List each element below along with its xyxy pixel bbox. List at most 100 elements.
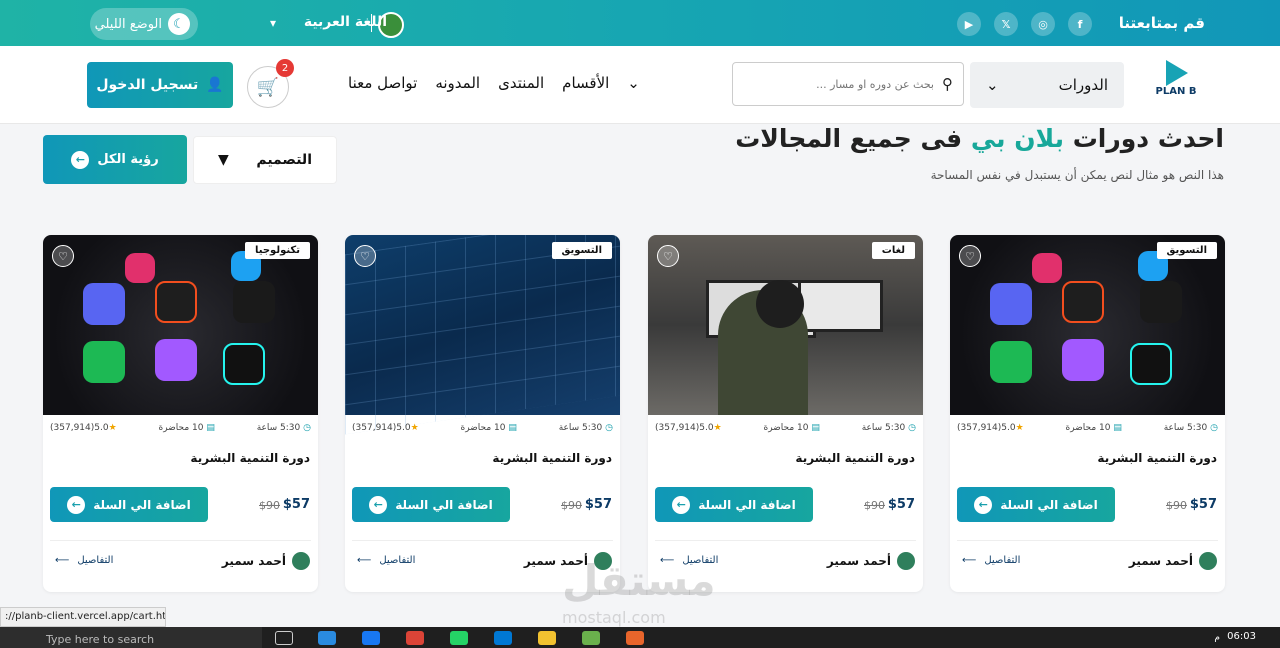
top-bar: قم بمتابعتنا f ◎ 𝕏 ▶ اللغة العربية ▾ الو…	[0, 0, 1280, 46]
courses-dropdown[interactable]: الدورات ⌄	[970, 62, 1124, 108]
duration: ◷ 5:30 ساعة	[861, 423, 916, 433]
clock-ampm: م	[1214, 633, 1220, 643]
search-box: ⚲	[732, 62, 964, 106]
chevron-down-icon: ⌄	[986, 76, 999, 94]
clock-time[interactable]: 06:03	[1227, 631, 1256, 642]
search-input[interactable]	[754, 77, 934, 91]
course-author: أحمد سمير	[1129, 552, 1217, 570]
duration: ◷ 5:30 ساعة	[256, 423, 311, 433]
chevron-down-icon[interactable]: ⌄	[627, 74, 640, 92]
nav-link-contact[interactable]: تواصل معنا	[348, 74, 417, 92]
category-tag: لغات	[871, 242, 915, 259]
login-button[interactable]: 👤 تسجيل الدخول	[87, 62, 233, 108]
file-explorer-icon[interactable]	[538, 631, 556, 645]
planb-logo[interactable]: PLAN B	[1150, 60, 1202, 108]
play-logo-icon	[1160, 60, 1192, 86]
app-icon[interactable]	[582, 631, 600, 645]
task-view-icon[interactable]	[275, 631, 293, 645]
facebook-icon[interactable]: f	[1068, 12, 1092, 36]
details-link[interactable]: التفاصيل ⟵	[357, 555, 415, 566]
add-to-cart-button[interactable]: اضافة الي السلة ←	[352, 487, 510, 522]
search-icon[interactable]: ⚲	[942, 75, 953, 93]
watermark-logo: مستقل	[562, 556, 716, 605]
card-divider	[655, 540, 916, 541]
chevron-down-icon[interactable]: ▾	[270, 16, 276, 30]
person-head	[756, 280, 804, 328]
details-link[interactable]: التفاصيل ⟵	[55, 555, 113, 566]
whatsapp-icon[interactable]	[450, 631, 468, 645]
cart-count-badge: 2	[276, 59, 294, 77]
course-title[interactable]: دورة التنمية البشرية	[190, 451, 310, 465]
add-to-cart-label: اضافة الي السلة	[1000, 497, 1098, 512]
card-divider	[957, 540, 1218, 541]
language-selector[interactable]: اللغة العربية	[304, 14, 387, 30]
heart-icon[interactable]: ♡	[52, 245, 74, 267]
arrow-left-icon: ←	[672, 495, 691, 514]
facebook-app-icon[interactable]	[362, 631, 380, 645]
heading-accent: بلان بي	[970, 124, 1064, 153]
youtube-icon[interactable]: ▶	[957, 12, 981, 36]
x-twitter-icon[interactable]: 𝕏	[994, 12, 1018, 36]
add-to-cart-button[interactable]: اضافة الي السلة ←	[655, 487, 813, 522]
rating: ★5.0(357,914)	[957, 423, 1024, 433]
taskbar-search[interactable]: Type here to search	[0, 627, 262, 648]
course-card[interactable]: تكنولوجيا ♡ ◷ 5:30 ساعة ▤ 10 محاضرة ★5.0…	[43, 235, 318, 592]
rating: ★5.0(357,914)	[352, 423, 419, 433]
course-title[interactable]: دورة التنمية البشرية	[795, 451, 915, 465]
author-name: أحمد سمير	[1128, 554, 1193, 568]
lectures: ▤ 10 محاضرة	[158, 423, 215, 433]
heart-icon[interactable]: ♡	[657, 245, 679, 267]
nav-link-forum[interactable]: المنتدى	[498, 74, 544, 92]
user-icon: 👤	[206, 77, 224, 93]
main-nav: ⌄ الأقسام المنتدى المدونه تواصل معنا	[330, 74, 640, 92]
course-card[interactable]: لغات ♡ ◷ 5:30 ساعة ▤ 10 محاضرة ★5.0(357,…	[648, 235, 923, 592]
add-to-cart-button[interactable]: اضافة الي السلة ←	[957, 487, 1115, 522]
details-label: التفاصيل	[77, 555, 114, 566]
heading-part-2: فى جميع المجالات	[735, 124, 971, 153]
nav-link-blog[interactable]: المدونه	[435, 74, 480, 92]
course-image: التسويق ♡	[345, 235, 620, 435]
add-to-cart-button[interactable]: اضافة الي السلة ←	[50, 487, 208, 522]
duration: ◷ 5:30 ساعة	[558, 423, 613, 433]
nav-link-categories[interactable]: الأقسام	[562, 74, 609, 92]
section-title: احدث دورات بلان بي فى جميع المجالات	[735, 124, 1224, 153]
course-title[interactable]: دورة التنمية البشرية	[492, 451, 612, 465]
course-card[interactable]: التسويق ♡ ◷ 5:30 ساعة ▤ 10 محاضرة ★5.0(3…	[950, 235, 1225, 592]
course-price: $57	[282, 497, 310, 512]
heart-icon[interactable]: ♡	[959, 245, 981, 267]
night-mode-toggle[interactable]: الوضع الليلي ☾	[90, 8, 198, 40]
lectures: ▤ 10 محاضرة	[763, 423, 820, 433]
app-icon[interactable]	[626, 631, 644, 645]
arrow-left-icon: ⟵	[55, 555, 70, 566]
arrow-left-icon: ←	[67, 495, 86, 514]
login-label: تسجيل الدخول	[96, 77, 199, 93]
add-to-cart-label: اضافة الي السلة	[698, 497, 796, 512]
card-divider	[352, 540, 613, 541]
night-mode-label: الوضع الليلي	[94, 16, 162, 32]
chrome-icon[interactable]	[406, 631, 424, 645]
details-label: التفاصيل	[984, 555, 1021, 566]
rating: ★5.0(357,914)	[655, 423, 722, 433]
lectures: ▤ 10 محاضرة	[1065, 423, 1122, 433]
category-filter-dropdown[interactable]: التصميم ▼	[193, 136, 337, 184]
cart-button[interactable]: 🛒 2	[247, 59, 294, 108]
see-all-button[interactable]: رؤية الكل ←	[43, 135, 187, 184]
arrow-left-icon: ←	[71, 150, 90, 169]
avatar	[897, 552, 915, 570]
author-name: أحمد سمير	[221, 554, 286, 568]
cart-icon: 🛒	[256, 76, 280, 98]
logo-text: PLAN B	[1155, 86, 1197, 97]
follow-us-label: قم بمتابعتنا	[1118, 14, 1205, 32]
arrow-left-icon: ⟵	[357, 555, 372, 566]
heart-icon[interactable]: ♡	[354, 245, 376, 267]
vscode-icon[interactable]	[494, 631, 512, 645]
edge-icon[interactable]	[318, 631, 336, 645]
windows-taskbar: Type here to search م 06:03	[0, 627, 1280, 648]
course-title[interactable]: دورة التنمية البشرية	[1097, 451, 1217, 465]
details-link[interactable]: التفاصيل ⟵	[962, 555, 1020, 566]
instagram-icon[interactable]: ◎	[1031, 12, 1055, 36]
avatar	[292, 552, 310, 570]
course-card[interactable]: التسويق ♡ ◷ 5:30 ساعة ▤ 10 محاضرة ★5.0(3…	[345, 235, 620, 592]
blueprint-illustration	[345, 235, 620, 435]
arrow-left-icon: ←	[369, 495, 388, 514]
